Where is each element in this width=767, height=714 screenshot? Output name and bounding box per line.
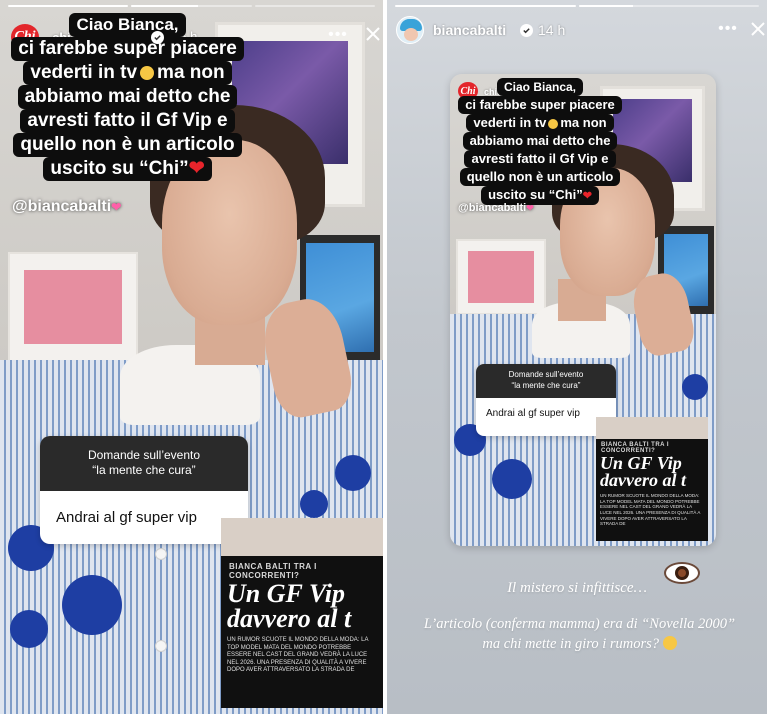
mention-sticker[interactable]: @biancabalti❤ (12, 198, 121, 216)
question-title: “la mente che cura” (92, 463, 196, 477)
story-username[interactable]: biancabalti (433, 22, 506, 38)
story-progress-bars (395, 5, 759, 7)
article-headline: Un GF Vip davvero al t (600, 453, 686, 491)
caption-line: Ciao Bianca, (496, 78, 584, 96)
article-headline: Un GF Vip davvero al t (227, 579, 352, 633)
caption-line: abbiamo mai detto che (17, 85, 238, 109)
caption-line: vederti in tv ma non (23, 61, 232, 85)
biancabalti-avatar[interactable] (396, 16, 424, 44)
more-icon[interactable]: ••• (715, 20, 741, 37)
caption-line: quello non è un articolo (13, 133, 242, 157)
article-body: UN RUMOR SCUOTE IL MONDO DELLA MODA: LA … (600, 493, 701, 527)
article-kicker: BIANCA BALTI TRA I CONCORRENTI? (229, 562, 317, 580)
story-time: 14 h (538, 22, 566, 38)
progress-fill (578, 5, 633, 7)
article-card: BIANCA BALTI TRA I CONCORRENTI? Un GF Vi… (596, 417, 708, 541)
caption-line: uscito su “Chi”❤ (43, 157, 212, 181)
progress-fill (8, 5, 129, 7)
heart-emoji: ❤ (582, 190, 592, 202)
left-story-panel[interactable]: Chi chimagazineit 15 h ••• Ciao Bianca, … (0, 0, 383, 714)
question-answer: Andrai al gf super vip (56, 509, 197, 526)
verified-badge-icon (151, 31, 164, 44)
heart-eyes-emoji (140, 66, 155, 80)
question-answer: Andrai al gf super vip (486, 408, 580, 419)
question-title: “la mente che cura” (511, 381, 581, 390)
caption-line: quello non è un articolo (459, 168, 621, 186)
close-icon[interactable] (364, 25, 382, 43)
story-caption: Ciao Bianca, ci farebbe super piacere ve… (0, 13, 255, 181)
caption-line: vederti in tv ma non (466, 114, 614, 132)
close-icon[interactable] (750, 20, 766, 38)
article-kicker: BIANCA BALTI TRA I CONCORRENTI? (601, 442, 670, 454)
caption-line: Ciao Bianca, (69, 13, 186, 37)
reshared-story-card[interactable]: Chi chimagazineit Ciao Bianca, ci farebb… (450, 74, 716, 546)
heart-emoji: ❤ (188, 158, 205, 179)
question-title: Domande sull’evento (508, 370, 584, 379)
verified-badge-icon (520, 24, 533, 37)
article-card: BIANCA BALTI TRA I CONCORRENTI? Un GF Vi… (221, 518, 383, 708)
question-title: Domande sull’evento (87, 448, 201, 462)
heart-emoji: ❤ (111, 200, 122, 214)
progress-fill (395, 5, 576, 7)
wall-painting-pink (8, 252, 138, 362)
laughing-emoji (662, 636, 677, 650)
heart-emoji: ❤ (526, 203, 534, 213)
caption-line: avresti fatto il Gf Vip e (464, 150, 616, 168)
right-story-panel[interactable]: biancabalti 14 h ••• Chi chimagazineit C… (387, 0, 767, 714)
heart-eyes-emoji (548, 119, 559, 129)
caption-line: avresti fatto il Gf Vip e (20, 109, 235, 133)
question-sticker[interactable]: Domande sull’evento “la mente che cura” … (40, 436, 248, 544)
caption-line: ci farebbe super piacere (11, 37, 244, 61)
note-text: L’articolo (conferma mamma) era di “Nove… (423, 616, 736, 652)
embedded-caption: Ciao Bianca, ci farebbe super piacere ve… (450, 78, 630, 205)
mention-sticker: @biancabalti❤ (458, 202, 534, 214)
eye-emoji (664, 562, 700, 584)
article-body: UN RUMOR SCUOTE IL MONDO DELLA MODA: LA … (227, 637, 369, 674)
caption-line: ci farebbe super piacere (458, 96, 622, 114)
more-icon[interactable]: ••• (325, 26, 351, 43)
story-progress-bars (8, 5, 375, 7)
progress-fill (131, 5, 198, 7)
question-sticker: Domande sull’evento “la mente che cura” … (476, 364, 616, 436)
mystery-text: Il mistero si infittisce… (507, 580, 647, 596)
caption-line: abbiamo mai detto che (462, 132, 618, 150)
